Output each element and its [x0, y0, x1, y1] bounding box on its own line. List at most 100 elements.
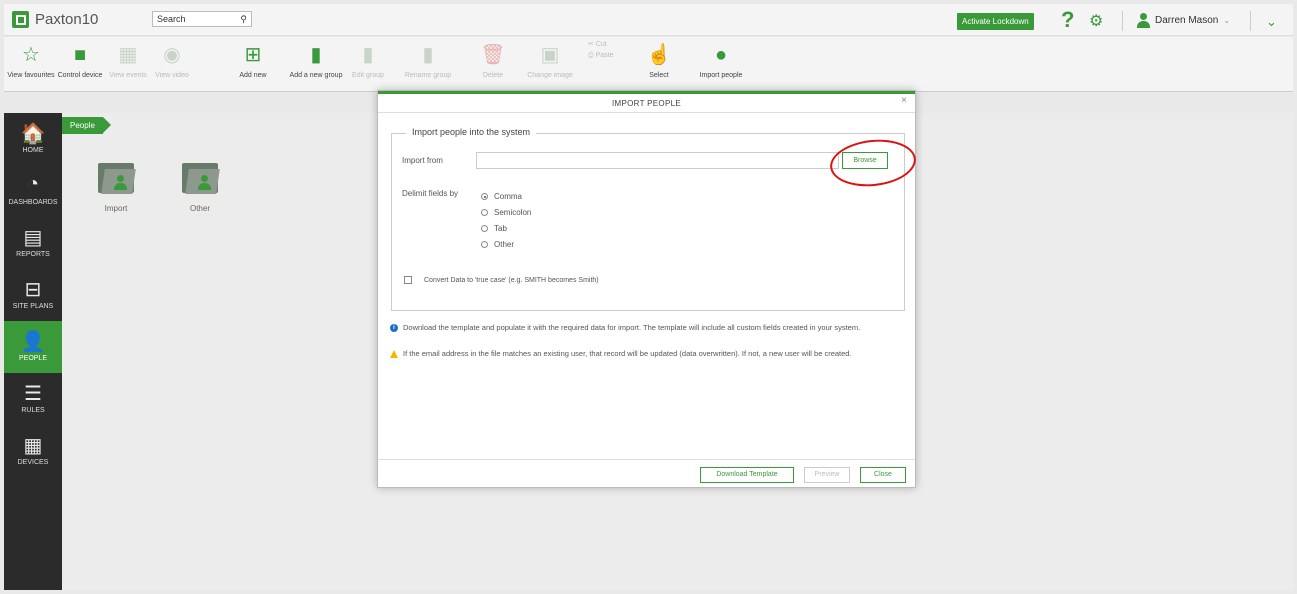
sidebar-item-reports[interactable]: ▤ REPORTS	[4, 217, 62, 269]
cut-button[interactable]: ✂ Cut	[588, 40, 616, 48]
folder-other[interactable]: Other	[170, 161, 230, 213]
import-people-icon: ●	[714, 44, 728, 66]
import-people-button[interactable]: ● Import people	[694, 43, 748, 79]
folder-label: Other	[189, 204, 210, 213]
radio-icon	[481, 209, 488, 216]
delimit-label: Delimit fields by	[402, 189, 459, 198]
view-events-label: View events	[109, 72, 147, 79]
add-new-button[interactable]: ⊞ Add new	[238, 43, 268, 79]
select-button[interactable]: ☝ Select	[644, 43, 674, 79]
padlock-icon: ■	[73, 44, 87, 66]
star-icon: ☆	[22, 44, 40, 66]
edit-group-label: Edit group	[352, 72, 384, 79]
sidebar-item-label: DASHBOARDS	[8, 199, 58, 206]
folder-edit-icon: ▮	[362, 44, 374, 66]
paste-button[interactable]: ⎙ Paste	[588, 52, 616, 60]
user-chevron-down-icon: ⌄	[1223, 16, 1231, 25]
toolbar: ☆ View favourites ■ Control device ▦ Vie…	[4, 37, 1293, 92]
warning-note: If the email address in the file matches…	[390, 349, 900, 358]
sidebar-item-devices[interactable]: ▦ DEVICES	[4, 425, 62, 477]
sidebar-item-label: RULES	[21, 407, 45, 414]
folder-icon	[182, 161, 220, 195]
search-label: Search	[157, 14, 186, 24]
radio-label: Semicolon	[494, 208, 532, 217]
sidebar-item-home[interactable]: 🏠 HOME	[4, 113, 62, 165]
info-icon: i	[390, 324, 398, 332]
sidebar-item-site-plans[interactable]: ⊟ SITE PLANS	[4, 269, 62, 321]
view-video-label: View video	[155, 72, 189, 79]
folder-label: Import	[104, 204, 128, 213]
dialog-footer-divider	[378, 459, 915, 460]
import-people-label: Import people	[699, 72, 743, 79]
report-icon: ▤	[23, 227, 43, 249]
view-favourites-label: View favourites	[7, 72, 55, 79]
user-menu[interactable]: Darren Mason ⌄	[1137, 13, 1230, 28]
highlight-circle	[827, 135, 919, 191]
preview-button[interactable]: Preview	[804, 467, 850, 483]
paste-label: Paste	[595, 52, 614, 59]
checkbox-label: Convert Data to 'true case' (e.g. SMITH …	[424, 276, 599, 284]
close-button[interactable]: Close	[860, 467, 906, 483]
cut-label: Cut	[595, 41, 607, 48]
sidebar-item-rules[interactable]: ☰ RULES	[4, 373, 62, 425]
header-divider	[1250, 11, 1251, 31]
paste-icon: ⎙	[588, 52, 594, 59]
sidebar-item-label: REPORTS	[16, 251, 50, 258]
delete-button[interactable]: 🗑 Delete	[478, 43, 508, 79]
add-grid-icon: ⊞	[244, 44, 262, 66]
scissors-icon: ✂	[588, 41, 594, 48]
radio-semicolon[interactable]: Semicolon	[481, 208, 531, 217]
top-header: Paxton10 Search ⚲ Activate Lockdown ? ⚙ …	[4, 4, 1293, 36]
view-video-button[interactable]: ◉ View video	[152, 43, 192, 79]
radio-tab[interactable]: Tab	[481, 224, 507, 233]
sidebar-item-people[interactable]: 👤 PEOPLE	[4, 321, 62, 373]
radio-other[interactable]: Other	[481, 240, 514, 249]
app-logo[interactable]: Paxton10	[12, 11, 98, 28]
change-image-button[interactable]: ▣ Change image	[522, 43, 578, 79]
cog-icon[interactable]: ⚙	[1089, 11, 1103, 31]
sidebar-item-label: SITE PLANS	[12, 303, 54, 310]
radio-icon	[481, 225, 488, 232]
select-label: Select	[649, 72, 669, 79]
add-new-group-button[interactable]: ▮ Add a new group	[284, 43, 348, 79]
import-file-input[interactable]	[476, 152, 839, 169]
view-favourites-button[interactable]: ☆ View favourites	[6, 43, 56, 79]
radio-selected-icon	[481, 193, 488, 200]
import-fieldset: Import people into the system Import fro…	[391, 127, 919, 311]
folder-import[interactable]: Import	[86, 161, 146, 213]
folder-add-icon: ▮	[310, 44, 322, 66]
pointer-hand-icon: ☝	[646, 44, 672, 66]
radio-label: Tab	[494, 224, 507, 233]
rename-group-button[interactable]: ▮ Rename group	[396, 43, 460, 79]
person-icon: 👤	[20, 331, 46, 353]
sidebar-item-dashboards[interactable]: ◔ DASHBOARDS	[4, 165, 62, 217]
download-template-button[interactable]: Download Template	[700, 467, 794, 483]
activate-lockdown-button[interactable]: Activate Lockdown	[957, 13, 1034, 30]
view-events-button[interactable]: ▦ View events	[106, 43, 150, 79]
home-icon: 🏠	[20, 123, 46, 145]
folder-icon	[98, 161, 136, 195]
folder-rename-icon: ▮	[422, 44, 434, 66]
import-people-dialog: IMPORT PEOPLE × Import people into the s…	[377, 90, 919, 488]
search-icon[interactable]: ⚲	[240, 14, 247, 25]
breadcrumb[interactable]: People	[62, 117, 111, 134]
question-mark-icon[interactable]: ?	[1061, 7, 1074, 33]
sidebar: 🏠 HOME ◔ DASHBOARDS ▤ REPORTS ⊟ SITE PLA…	[4, 113, 62, 590]
checkbox-icon	[404, 276, 412, 284]
convert-true-case-checkbox[interactable]: Convert Data to 'true case' (e.g. SMITH …	[404, 276, 599, 284]
delete-label: Delete	[482, 72, 504, 79]
user-name: Darren Mason	[1155, 15, 1219, 26]
search-input[interactable]: Search ⚲	[152, 11, 252, 27]
control-device-button[interactable]: ■ Control device	[56, 43, 104, 79]
events-grid-icon: ▦	[118, 44, 138, 66]
rename-group-label: Rename group	[404, 72, 452, 79]
close-icon[interactable]: ×	[901, 95, 907, 106]
camera-icon: ◉	[163, 44, 181, 66]
radio-label: Comma	[494, 192, 523, 201]
radio-comma[interactable]: Comma	[481, 192, 522, 201]
edit-group-button[interactable]: ▮ Edit group	[348, 43, 388, 79]
sidebar-item-label: PEOPLE	[18, 355, 47, 362]
paxton-logo-icon	[12, 11, 29, 28]
chevron-down-icon[interactable]: ⌄	[1266, 14, 1277, 30]
image-icon: ▣	[540, 44, 560, 66]
